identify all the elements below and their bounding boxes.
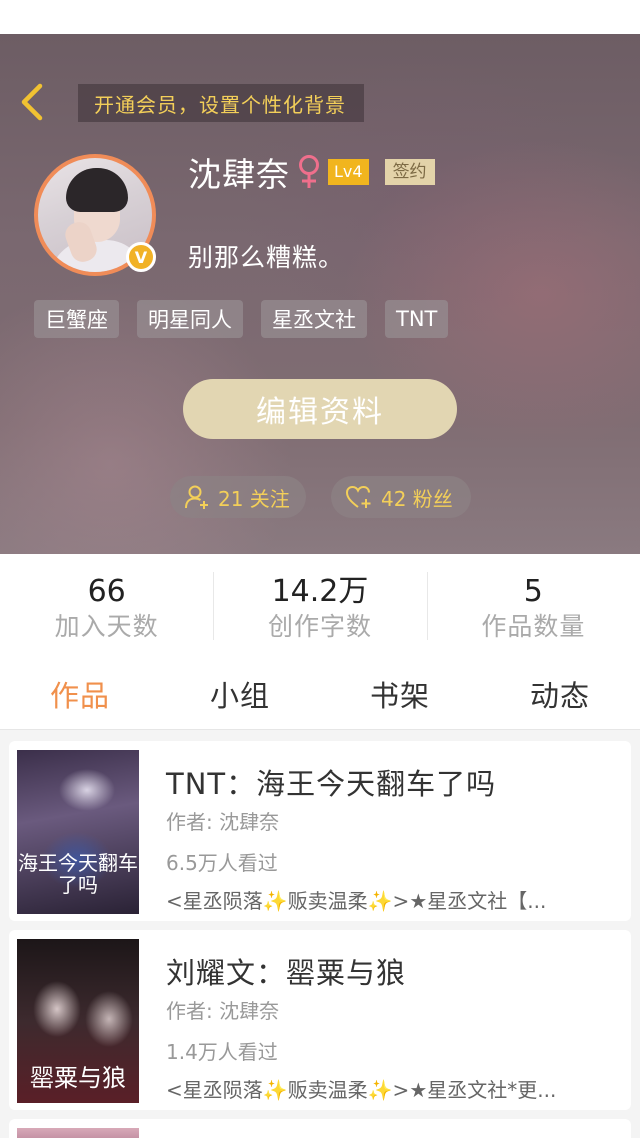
stat-days-joined: 66 加入天数 <box>0 554 213 658</box>
fans-count: 42 粉丝 <box>381 486 453 511</box>
stat-word-count: 14.2万 创作字数 <box>213 554 426 658</box>
verified-badge: V <box>126 242 156 272</box>
heart-plus-icon <box>345 485 371 508</box>
book-description: <星丞陨落✨贩卖温柔✨>★星丞文社【... <box>166 889 547 913</box>
stat-value: 14.2万 <box>271 574 369 609</box>
stats-bar: 66 加入天数 14.2万 创作字数 5 作品数量 <box>0 554 640 658</box>
stat-label: 创作字数 <box>267 612 372 641</box>
tab-bookshelf[interactable]: 书架 <box>320 658 480 729</box>
book-author: 作者: 沈肆奈 <box>166 810 280 834</box>
vip-background-banner[interactable]: 开通会员，设置个性化背景 <box>78 84 364 122</box>
tag-item[interactable]: 星丞文社 <box>261 300 367 338</box>
book-card[interactable]: 罂粟与狼 刘耀文：罂粟与狼 作者: 沈肆奈 1.4万人看过 <星丞陨落✨贩卖温柔… <box>9 930 631 1110</box>
fans-button[interactable]: 42 粉丝 <box>331 476 471 518</box>
book-cover[interactable]: 海王今天翻车了吗 <box>17 750 139 914</box>
cover-title: 海王今天翻车了吗 <box>18 851 138 897</box>
book-cover[interactable]: 罂粟与狼 <box>17 939 139 1103</box>
back-button[interactable] <box>14 82 54 122</box>
stat-label: 加入天数 <box>54 612 159 641</box>
name-row: 沈肆奈 Lv4 签约 <box>188 152 435 194</box>
level-badge: Lv4 <box>328 159 369 185</box>
profile-header: 开通会员，设置个性化背景 V 沈肆奈 Lv4 签约 别那么糟糕。 巨蟹座 明星同… <box>0 34 640 554</box>
add-person-icon <box>185 485 208 509</box>
avatar[interactable]: V <box>34 154 156 276</box>
stat-works-count: 5 作品数量 <box>426 554 640 658</box>
signed-badge: 签约 <box>384 159 435 185</box>
book-views: 1.4万人看过 <box>166 1040 278 1064</box>
tag-list: 巨蟹座 明星同人 星丞文社 TNT <box>34 300 466 338</box>
stat-label: 作品数量 <box>481 612 586 641</box>
book-description: <星丞陨落✨贩卖温柔✨>★星丞文社*更... <box>166 1078 557 1102</box>
book-card[interactable]: 海王今天翻车了吗 TNT：海王今天翻车了吗 作者: 沈肆奈 6.5万人看过 <星… <box>9 741 631 921</box>
tag-item[interactable]: TNT <box>385 300 449 338</box>
book-title[interactable]: 刘耀文：罂粟与狼 <box>166 950 406 992</box>
bio-text: 别那么糟糕。 <box>188 243 345 272</box>
stat-value: 5 <box>523 574 543 609</box>
female-icon <box>299 155 319 188</box>
status-bar <box>0 0 640 34</box>
stat-value: 66 <box>87 574 126 609</box>
following-count: 21 关注 <box>218 486 290 511</box>
chevron-left-icon <box>21 83 43 121</box>
tab-activity[interactable]: 动态 <box>480 658 640 729</box>
works-list: 海王今天翻车了吗 TNT：海王今天翻车了吗 作者: 沈肆奈 6.5万人看过 <星… <box>0 731 640 1138</box>
book-cover[interactable] <box>17 1128 139 1138</box>
tab-groups[interactable]: 小组 <box>160 658 320 729</box>
tab-bar: 作品 小组 书架 动态 <box>0 658 640 730</box>
following-button[interactable]: 21 关注 <box>170 476 306 518</box>
edit-profile-button[interactable]: 编辑资料 <box>183 379 457 439</box>
tab-works[interactable]: 作品 <box>0 658 160 729</box>
tag-item[interactable]: 巨蟹座 <box>34 300 119 338</box>
username: 沈肆奈 <box>188 155 290 194</box>
book-card[interactable] <box>9 1119 631 1138</box>
cover-title: 罂粟与狼 <box>30 1064 126 1092</box>
book-title[interactable]: TNT：海王今天翻车了吗 <box>166 761 496 803</box>
tag-item[interactable]: 明星同人 <box>137 300 243 338</box>
book-author: 作者: 沈肆奈 <box>166 999 280 1023</box>
book-views: 6.5万人看过 <box>166 851 278 875</box>
